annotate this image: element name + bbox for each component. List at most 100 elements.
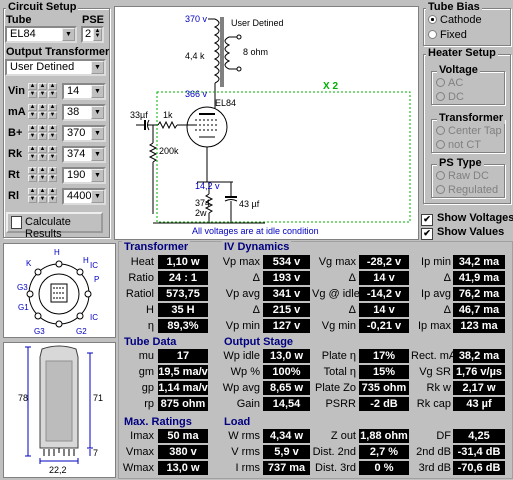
- spin-up-icon[interactable]: ▲: [28, 104, 37, 111]
- chevron-down-icon[interactable]: ▼: [91, 127, 104, 140]
- spin-up-icon[interactable]: ▲: [48, 167, 57, 174]
- output-stage-label: Rect. mA: [411, 350, 457, 362]
- param-select-rt[interactable]: 190 ▼: [62, 167, 106, 184]
- param-label-rk: Rk: [8, 148, 23, 160]
- spin-up-icon[interactable]: ▲: [48, 104, 57, 111]
- load-value: 2,7 %: [359, 445, 409, 459]
- spin-down-icon[interactable]: ▼: [48, 112, 57, 119]
- heater-ac-radio[interactable]: AC: [436, 77, 463, 89]
- param-select-rk[interactable]: 374 ▼: [62, 146, 106, 163]
- iv-dynamics-value: 193 v: [263, 271, 310, 285]
- transformer-data-label: η: [147, 320, 154, 332]
- spin-down-icon[interactable]: ▼: [28, 196, 37, 203]
- bias-cathode-radio[interactable]: Cathode: [428, 14, 482, 26]
- max-ratings-label: Imax: [130, 430, 154, 442]
- spin-down-icon[interactable]: ▼: [28, 154, 37, 161]
- spin-down-icon[interactable]: ▼: [28, 133, 37, 140]
- show-voltages-label: Show Voltages: [437, 212, 513, 224]
- spin-down-icon[interactable]: ▼: [28, 175, 37, 182]
- chevron-down-icon[interactable]: ▼: [91, 85, 104, 98]
- spin-up-icon[interactable]: ▲: [38, 104, 47, 111]
- transformer-data-label: H: [146, 304, 154, 316]
- iv-dynamics-label: Vg min: [321, 320, 356, 332]
- tube-outline-diagram: 78 71 7 22,2: [18, 345, 103, 475]
- spin-down-icon[interactable]: ▼: [28, 112, 37, 119]
- output-stage-value: 735 ohm: [359, 381, 409, 395]
- spin-up-icon[interactable]: ▲: [28, 125, 37, 132]
- spin-down-icon[interactable]: ▼: [48, 154, 57, 161]
- transformer-type-label: User Detined: [231, 18, 284, 28]
- tube-select[interactable]: EL84 ▼: [5, 26, 77, 43]
- pse-stepper[interactable]: 2 ▲ ▼: [81, 26, 104, 43]
- cathode-voltage-label: 14,2 v: [195, 181, 220, 191]
- spin-up-icon[interactable]: ▲: [38, 83, 47, 90]
- spin-up-icon[interactable]: ▲: [28, 167, 37, 174]
- param-select-vin[interactable]: 14 ▼: [62, 83, 106, 100]
- pin-circle: [55, 260, 63, 268]
- spin-arrows-icon[interactable]: ▲ ▼: [93, 28, 102, 41]
- ot-label: Output Transformer: [6, 46, 110, 58]
- load-value: 4,25: [453, 429, 505, 443]
- spin-up-icon[interactable]: ▲: [48, 83, 57, 90]
- raw-dc-radio[interactable]: Raw DC: [436, 170, 489, 182]
- not-ct-label: not CT: [448, 139, 482, 151]
- param-select-b[interactable]: 370 ▼: [62, 125, 106, 142]
- output-transformer-select[interactable]: User Detined ▼: [5, 59, 106, 76]
- spin-up-icon[interactable]: ▲: [28, 146, 37, 153]
- param-select-rl[interactable]: 4400 ▼: [62, 188, 106, 205]
- radio-icon: [436, 126, 445, 135]
- chevron-down-icon[interactable]: ▼: [91, 169, 104, 182]
- show-values-checkbox[interactable]: ✔ Show Values: [421, 226, 504, 240]
- spin-down-icon[interactable]: ▼: [48, 133, 57, 140]
- pin-circle: [34, 268, 42, 276]
- spin-up-icon[interactable]: ▲: [38, 146, 47, 153]
- spin-down-icon[interactable]: ▼: [48, 196, 57, 203]
- spin-down-icon[interactable]: ▼: [38, 91, 47, 98]
- spin-up-icon[interactable]: ▲: [28, 83, 37, 90]
- center-tap-radio[interactable]: Center Tap: [436, 125, 502, 137]
- chevron-down-icon[interactable]: ▼: [91, 61, 104, 74]
- show-voltages-checkbox[interactable]: ✔ Show Voltages: [421, 212, 513, 226]
- spin-down-icon[interactable]: ▼: [28, 91, 37, 98]
- chevron-down-icon[interactable]: ▼: [91, 106, 104, 119]
- bias-fixed-radio[interactable]: Fixed: [428, 29, 467, 41]
- heater-dc-radio[interactable]: DC: [436, 91, 464, 103]
- param-value-b: 370: [67, 127, 86, 139]
- spin-up-icon[interactable]: ▲: [48, 146, 57, 153]
- spin-down-icon[interactable]: ▼: [48, 175, 57, 182]
- calculate-results-button[interactable]: Calculate Results: [6, 212, 103, 240]
- pin-circle: [84, 290, 92, 298]
- pin-label: P: [94, 275, 99, 284]
- spin-up-icon[interactable]: ▲: [38, 125, 47, 132]
- pse-value: 2: [85, 28, 92, 40]
- spin-up-icon[interactable]: ▲: [48, 125, 57, 132]
- spin-down-icon[interactable]: ▼: [48, 91, 57, 98]
- param-value-rl: 4400: [67, 190, 92, 202]
- iv-dynamics-label: Ip max: [417, 320, 451, 332]
- spin-down-icon[interactable]: ▼: [38, 154, 47, 161]
- chevron-down-icon[interactable]: ▼: [91, 190, 104, 203]
- param-select-ma[interactable]: 38 ▼: [62, 104, 106, 121]
- spin-down-icon[interactable]: ▼: [38, 112, 47, 119]
- chevron-down-icon[interactable]: ▼: [62, 28, 75, 41]
- spin-down-icon[interactable]: ▼: [38, 175, 47, 182]
- output-stage-value: 17%: [359, 349, 409, 363]
- regulated-radio[interactable]: Regulated: [436, 184, 498, 196]
- plate-voltage-label: 366 v: [185, 89, 208, 99]
- spin-up-icon[interactable]: ▲: [38, 188, 47, 195]
- tube-data-value: 875 ohm: [158, 397, 208, 411]
- spin-up-icon[interactable]: ▲: [28, 188, 37, 195]
- spin-down-icon[interactable]: ▼: [38, 133, 47, 140]
- chevron-down-icon[interactable]: ▼: [91, 148, 104, 161]
- transformer-data-value: 24 : 1: [158, 271, 208, 285]
- spin-up-icon[interactable]: ▲: [48, 188, 57, 195]
- pse-multiplier-label: X 2: [323, 81, 338, 92]
- not-ct-radio[interactable]: not CT: [436, 139, 481, 151]
- spin-down-icon[interactable]: ▼: [38, 196, 47, 203]
- output-stage-label: Total η: [323, 366, 356, 378]
- iv-dynamics-label: Vp avg: [225, 288, 260, 300]
- pin-label: G3: [17, 283, 28, 292]
- pin-label: IC: [90, 313, 98, 322]
- spin-up-icon[interactable]: ▲: [38, 167, 47, 174]
- param-value-ma: 38: [67, 106, 80, 118]
